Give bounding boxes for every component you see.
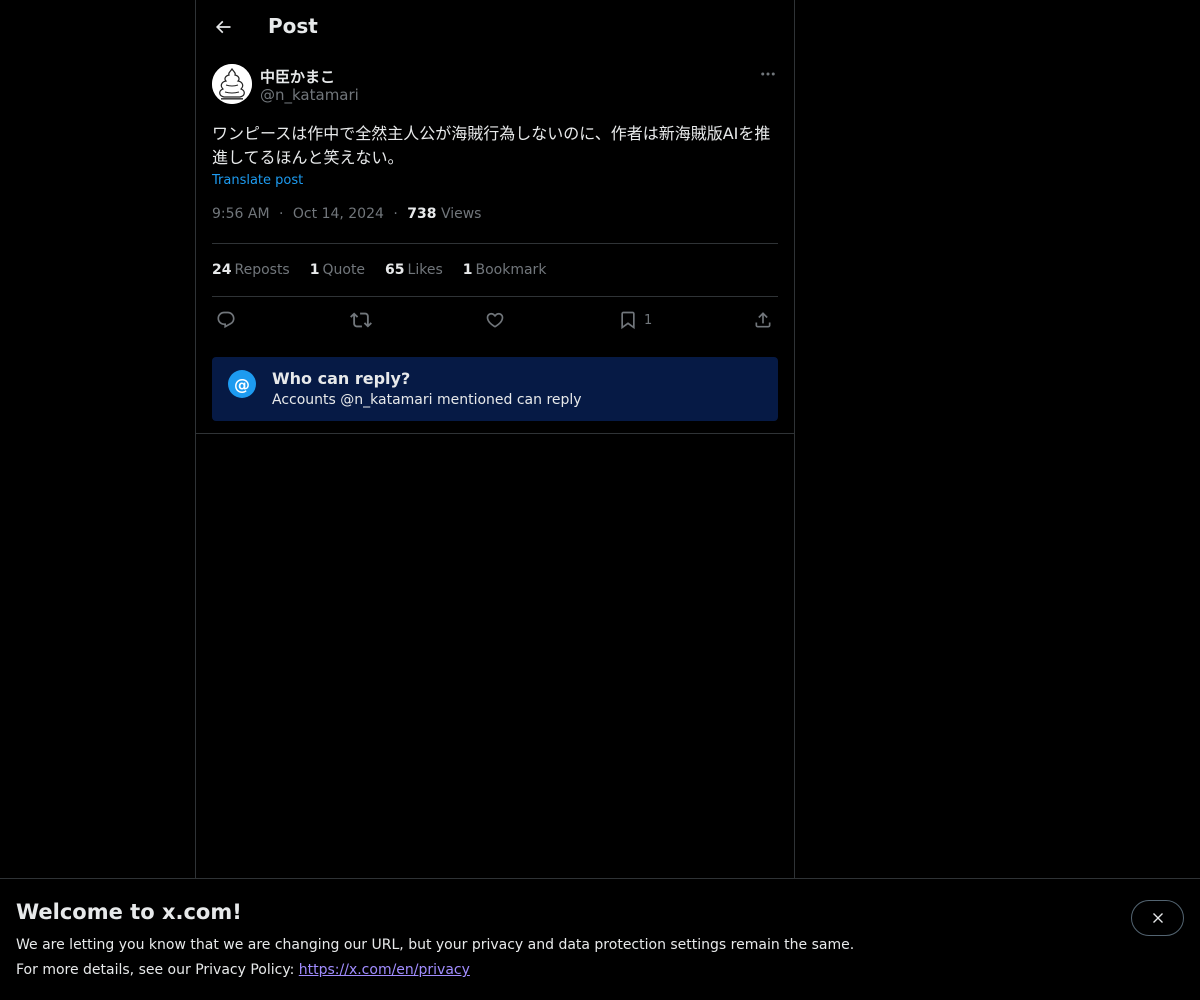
post-date[interactable]: Oct 14, 2024 bbox=[293, 206, 384, 222]
reposts-count: 24 bbox=[212, 262, 232, 278]
bookmark-button[interactable]: 1 bbox=[618, 309, 652, 331]
author-handle[interactable]: @n_katamari bbox=[260, 86, 359, 104]
close-banner-button[interactable] bbox=[1131, 900, 1184, 936]
page-header: Post bbox=[196, 0, 794, 54]
action-bar: 1 bbox=[212, 297, 778, 343]
avatar[interactable] bbox=[212, 64, 252, 104]
avatar-image bbox=[212, 64, 252, 104]
reply-button[interactable] bbox=[216, 309, 236, 331]
share-button[interactable] bbox=[753, 309, 773, 331]
at-sign-icon: @ bbox=[228, 370, 256, 398]
post-text: ワンピースは作中で全然主人公が海賊行為しないのに、作者は新海賊版AIを推進してる… bbox=[212, 124, 771, 167]
close-icon bbox=[1152, 913, 1163, 923]
back-button[interactable] bbox=[205, 9, 241, 45]
privacy-policy-link[interactable]: https://x.com/en/privacy bbox=[299, 962, 470, 978]
meta-separator: · bbox=[279, 206, 284, 222]
engagement-stats: 24 Reposts 1 Quote 65 Likes 1 Bookmark bbox=[212, 244, 778, 296]
primary-column: Post 中臣かまこ @n_katamari ワンピースは作中で全然主人公が海賊… bbox=[195, 0, 795, 878]
banner-message: We are letting you know that we are chan… bbox=[16, 937, 855, 953]
repost-icon bbox=[350, 312, 372, 328]
who-can-reply-box: @ Who can reply? Accounts @n_katamari me… bbox=[212, 357, 778, 421]
reposts-label: Reposts bbox=[234, 262, 290, 278]
repost-button[interactable] bbox=[350, 309, 372, 331]
who-can-reply-title: Who can reply? bbox=[272, 369, 411, 388]
likes-label: Likes bbox=[407, 262, 443, 278]
bookmarks-stat[interactable]: 1 Bookmark bbox=[463, 262, 547, 278]
bookmarks-count: 1 bbox=[462, 262, 473, 278]
views-label: Views bbox=[440, 206, 482, 222]
bookmarks-label: Bookmark bbox=[475, 262, 547, 278]
quotes-count: 1 bbox=[309, 262, 320, 278]
translate-post-link[interactable]: Translate post bbox=[212, 173, 778, 188]
banner-details-text: For more details, see our Privacy Policy… bbox=[16, 962, 299, 978]
share-icon bbox=[755, 312, 771, 328]
arrow-left-icon bbox=[215, 20, 231, 34]
bookmark-icon bbox=[621, 311, 635, 330]
bookmark-count: 1 bbox=[644, 312, 653, 328]
url-change-banner: Welcome to x.com! We are letting you kno… bbox=[0, 878, 1200, 1000]
reply-icon bbox=[217, 311, 235, 329]
post-article: 中臣かまこ @n_katamari ワンピースは作中で全然主人公が海賊行為しない… bbox=[212, 64, 778, 421]
author-display-name[interactable]: 中臣かまこ bbox=[260, 66, 335, 87]
post-time[interactable]: 9:56 AM bbox=[212, 206, 270, 222]
banner-details: For more details, see our Privacy Policy… bbox=[16, 962, 470, 978]
more-horizontal-icon bbox=[761, 72, 775, 76]
like-button[interactable] bbox=[485, 309, 505, 331]
author-row: 中臣かまこ @n_katamari bbox=[212, 64, 778, 108]
views-count: 738 bbox=[407, 206, 437, 222]
divider bbox=[196, 433, 794, 434]
quotes-stat[interactable]: 1 Quote bbox=[310, 262, 365, 278]
heart-icon bbox=[486, 312, 504, 328]
likes-count: 65 bbox=[385, 262, 405, 278]
meta-separator: · bbox=[393, 206, 398, 222]
quotes-label: Quote bbox=[322, 262, 366, 278]
more-options-button[interactable] bbox=[758, 64, 778, 84]
reposts-stat[interactable]: 24 Reposts bbox=[212, 262, 290, 278]
page-title: Post bbox=[268, 14, 318, 38]
banner-title: Welcome to x.com! bbox=[16, 900, 242, 924]
post-meta: 9:56 AM · Oct 14, 2024 · 738 Views bbox=[212, 206, 778, 228]
likes-stat[interactable]: 65 Likes bbox=[385, 262, 443, 278]
who-can-reply-subtitle: Accounts @n_katamari mentioned can reply bbox=[272, 392, 582, 408]
